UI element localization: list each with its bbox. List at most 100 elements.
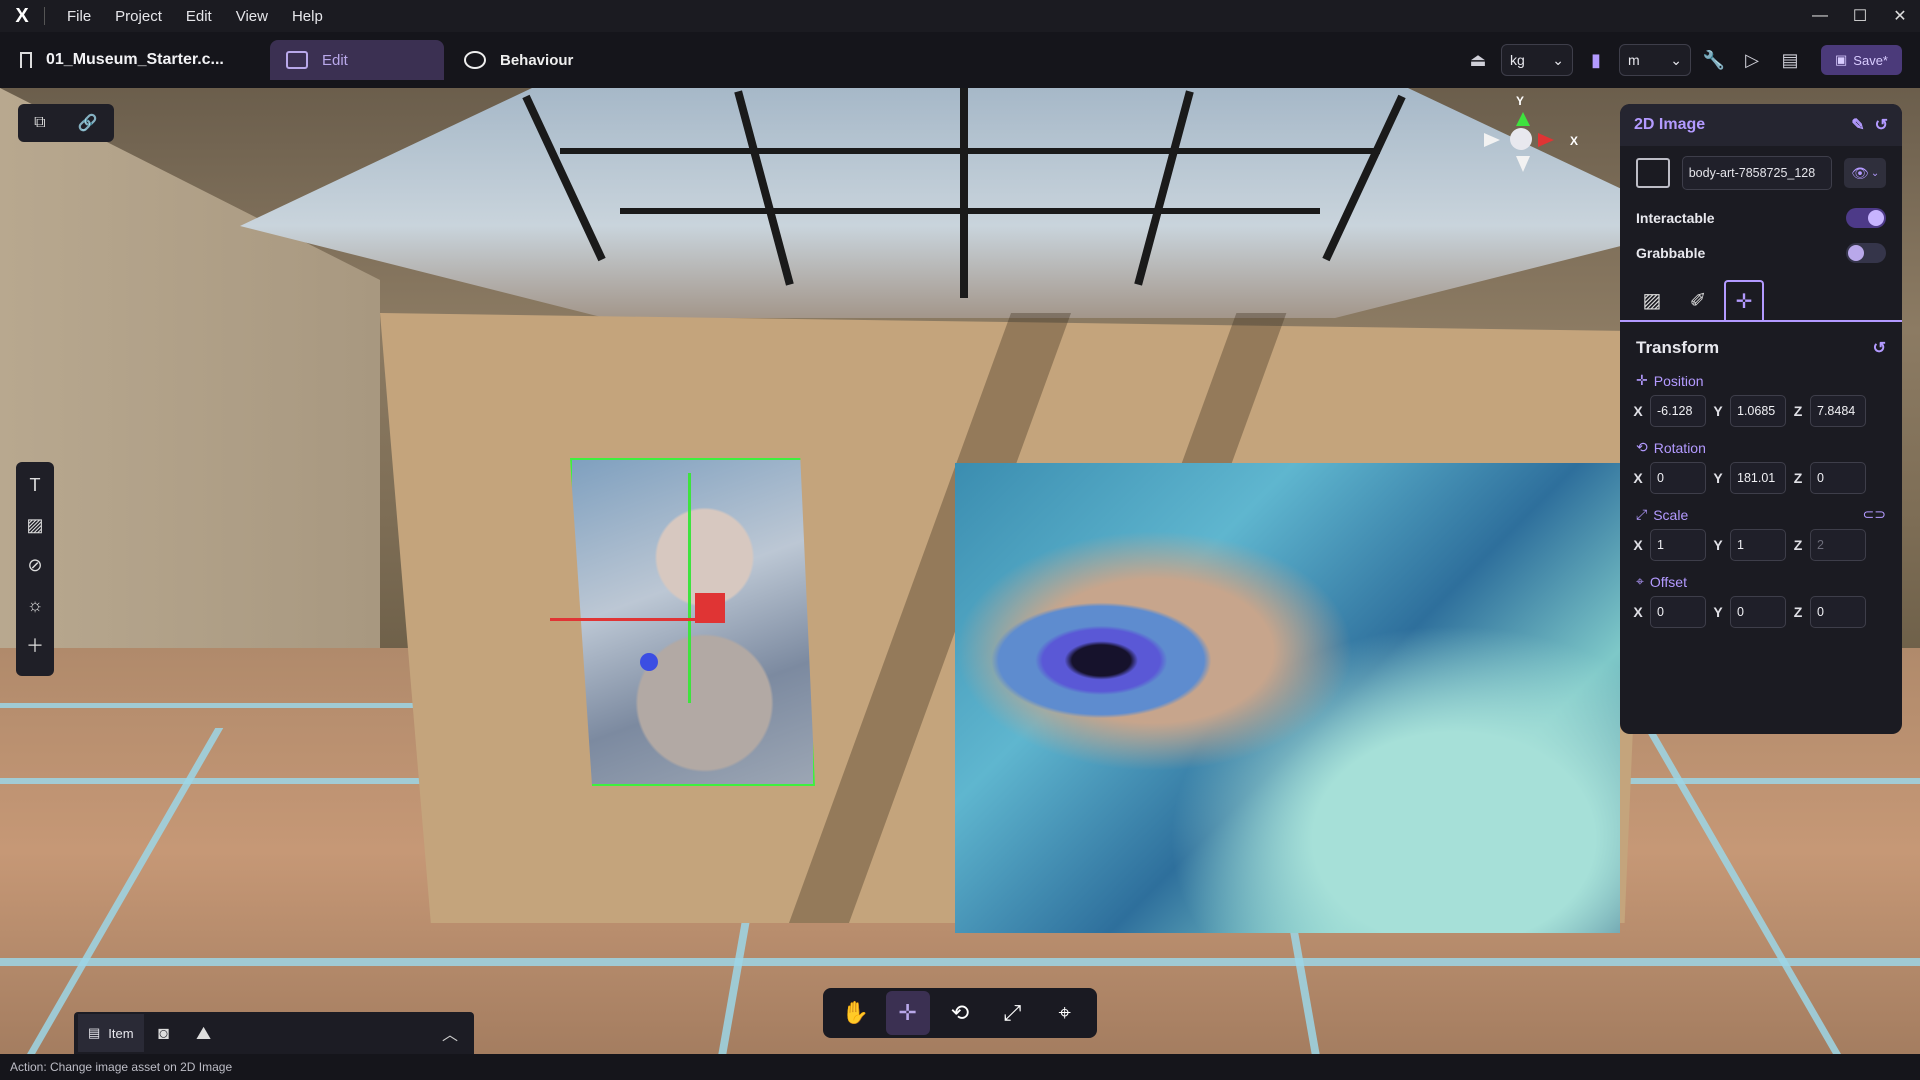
menu-edit[interactable]: Edit	[174, 8, 224, 25]
interactable-row: Interactable	[1620, 200, 1902, 235]
duplicate-icon[interactable]: ⧉	[34, 114, 45, 132]
menu-project[interactable]: Project	[103, 8, 174, 25]
camera-icon[interactable]: ◙	[144, 1023, 184, 1044]
move-gizmo-x-axis[interactable]	[550, 618, 700, 621]
transform-tab-icon[interactable]: ✛	[1724, 280, 1764, 320]
scale-y-input[interactable]: 1	[1730, 529, 1786, 561]
axis-neg-y-arrow	[1516, 156, 1530, 172]
text-tool-icon[interactable]: T	[22, 470, 48, 500]
rotation-y-input[interactable]: 181.01	[1730, 462, 1786, 494]
inspector-header: 2D Image ✎ ↺	[1620, 104, 1902, 146]
interactable-toggle[interactable]	[1846, 207, 1886, 228]
position-y-input[interactable]: 1.0685	[1730, 395, 1786, 427]
peacock-feather-image[interactable]	[955, 463, 1620, 933]
chevron-down-icon: ⌄	[1552, 51, 1564, 68]
image-settings-tab-icon[interactable]: ▨	[1632, 280, 1672, 320]
offset-icon: ⌖	[1636, 573, 1644, 589]
publish-icon[interactable]: ▤	[1775, 45, 1805, 75]
play-icon[interactable]: ▷	[1737, 45, 1767, 75]
menu-view[interactable]: View	[224, 8, 280, 25]
grabbable-row: Grabbable	[1620, 235, 1902, 270]
image-tool-icon[interactable]: ▨	[22, 510, 48, 540]
y-label: Y	[1713, 403, 1723, 419]
hand-icon[interactable]: ✋	[833, 991, 877, 1035]
behaviour-icon	[464, 51, 486, 69]
scale-z-input[interactable]: 2	[1810, 529, 1866, 561]
selected-2d-image[interactable]	[570, 458, 815, 786]
length-unit-select[interactable]: m ⌄	[1619, 44, 1691, 76]
light-tool-icon[interactable]: ☼	[22, 590, 48, 620]
chevron-up-icon[interactable]: ︿	[442, 1021, 458, 1045]
x-label: X	[1633, 537, 1643, 553]
toggle-knob	[1868, 209, 1884, 226]
save-button[interactable]: ▣ Save*	[1821, 45, 1902, 75]
status-bar: Action: Change image asset on 2D Image	[0, 1054, 1920, 1080]
rotation-row: X 0 Y 181.01 Z 0	[1620, 458, 1902, 498]
offset-x-input[interactable]: 0	[1650, 596, 1706, 628]
floor-grid-line	[0, 958, 1920, 966]
y-label: Y	[1713, 604, 1723, 620]
tab-edit-label: Edit	[322, 51, 348, 69]
app-logo: X	[15, 4, 29, 27]
ruler-icon: ▮	[1591, 49, 1601, 70]
link-icon[interactable]: 🔗	[78, 113, 98, 133]
menu-file[interactable]: File	[55, 8, 103, 25]
move-gizmo-y-axis[interactable]	[688, 473, 691, 703]
axis-y-arrow	[1516, 112, 1530, 126]
visibility-button[interactable]: 👁 ⌄	[1844, 158, 1886, 188]
skylight-beam	[620, 208, 1320, 214]
interactable-label: Interactable	[1636, 209, 1715, 226]
mass-unit-select[interactable]: kg ⌄	[1501, 44, 1573, 76]
inspector-title: 2D Image	[1634, 116, 1706, 133]
z-label: Z	[1793, 537, 1803, 553]
z-label: Z	[1793, 403, 1803, 419]
rotation-icon: ⟲	[1636, 439, 1648, 455]
add-object-toolbar: T ▨ ⊘ ☼ ＋	[16, 462, 54, 676]
reset-icon[interactable]: ↺	[1875, 115, 1888, 135]
shape-tool-icon[interactable]: ⊘	[22, 550, 48, 580]
close-icon[interactable]: ✕	[1880, 0, 1920, 32]
scale-icon[interactable]: ⤢	[990, 991, 1034, 1035]
project-title: 01_Museum_Starter.c...	[0, 51, 270, 69]
add-icon[interactable]: ＋	[22, 630, 48, 660]
rename-icon[interactable]: ✎	[1851, 115, 1864, 135]
offset-z-input[interactable]: 0	[1810, 596, 1866, 628]
offset-y-input[interactable]: 0	[1730, 596, 1786, 628]
tab-behaviour[interactable]: Behaviour	[448, 40, 589, 80]
tab-item[interactable]: ▤ Item	[78, 1014, 144, 1052]
offset-header: ⌖ Offset	[1620, 565, 1902, 592]
move-gizmo-z-axis[interactable]	[640, 653, 658, 671]
transform-icon[interactable]: ⌖	[1043, 991, 1087, 1035]
image-icon[interactable]	[1636, 158, 1670, 188]
chevron-down-icon: ⌄	[1670, 51, 1682, 68]
tab-edit[interactable]: Edit	[270, 40, 444, 80]
weight-icon: ⏏	[1469, 49, 1487, 70]
offset-row: X 0 Y 0 Z 0	[1620, 592, 1902, 632]
menu-help[interactable]: Help	[280, 8, 335, 25]
viewport-top-tools: ⧉ 🔗	[18, 104, 114, 142]
grabbable-toggle[interactable]	[1846, 242, 1886, 263]
position-z-input[interactable]: 7.8484	[1810, 395, 1866, 427]
asset-name-field[interactable]: body-art-7858725_128	[1681, 156, 1833, 190]
scale-x-input[interactable]: 1	[1650, 529, 1706, 561]
move-icon[interactable]: ✛	[885, 991, 930, 1035]
orientation-gizmo[interactable]: Y X	[1470, 94, 1590, 198]
reset-transform-icon[interactable]: ↺	[1873, 338, 1886, 358]
rotate-icon[interactable]: ⟲	[938, 991, 982, 1035]
rotation-x-input[interactable]: 0	[1650, 462, 1706, 494]
position-x-input[interactable]: -6.128	[1650, 395, 1706, 427]
scale-icon: ⤢	[1636, 506, 1648, 522]
axis-x-label: X	[1570, 134, 1579, 148]
environment-icon[interactable]: ⛰	[184, 1023, 224, 1044]
rotation-z-input[interactable]: 0	[1810, 462, 1866, 494]
minimize-icon[interactable]: —	[1800, 0, 1840, 32]
bookmark-icon[interactable]	[20, 52, 32, 68]
menu-separator	[44, 7, 45, 25]
wrench-icon[interactable]: 🔧	[1699, 45, 1729, 75]
transform-title: Transform	[1636, 338, 1720, 357]
material-tab-icon[interactable]: ✐	[1678, 280, 1718, 320]
maximize-icon[interactable]: ☐	[1840, 0, 1880, 32]
transform-section: Transform ↺	[1620, 322, 1902, 364]
link-scale-icon[interactable]: ⊂⊃	[1863, 506, 1886, 523]
move-gizmo-center[interactable]	[695, 593, 725, 623]
